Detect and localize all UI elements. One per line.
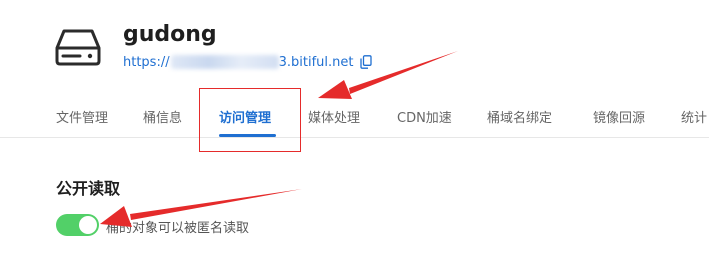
- tab-file-management[interactable]: 文件管理: [56, 107, 108, 126]
- tab-statistics[interactable]: 统计: [681, 107, 707, 126]
- bucket-url-prefix[interactable]: https://: [123, 55, 170, 70]
- bucket-name: gudong: [123, 22, 217, 47]
- tab-cdn-acceleration[interactable]: CDN加速: [397, 107, 452, 126]
- public-read-toggle[interactable]: [56, 214, 99, 236]
- public-read-description: 桶的对象可以被匿名读取: [106, 221, 250, 236]
- tab-media-processing[interactable]: 媒体处理: [308, 107, 360, 126]
- copy-icon[interactable]: [360, 55, 373, 69]
- hard-drive-icon: [55, 29, 101, 66]
- tab-bucket-info[interactable]: 桶信息: [143, 107, 182, 126]
- toggle-knob: [79, 216, 97, 234]
- bucket-url[interactable]: https:// 3.bitiful.net: [123, 53, 373, 71]
- tab-domain-binding[interactable]: 桶域名绑定: [487, 107, 552, 126]
- annotation-highlight-box: [199, 88, 301, 152]
- tab-mirror-origin[interactable]: 镜像回源: [593, 107, 645, 126]
- bucket-tabs: 文件管理 桶信息 访问管理 媒体处理 CDN加速 桶域名绑定 镜像回源 统计: [0, 95, 709, 138]
- bucket-url-suffix[interactable]: 3.bitiful.net: [279, 55, 354, 70]
- redacted-url-segment: [170, 55, 279, 69]
- public-read-title: 公开读取: [56, 179, 121, 198]
